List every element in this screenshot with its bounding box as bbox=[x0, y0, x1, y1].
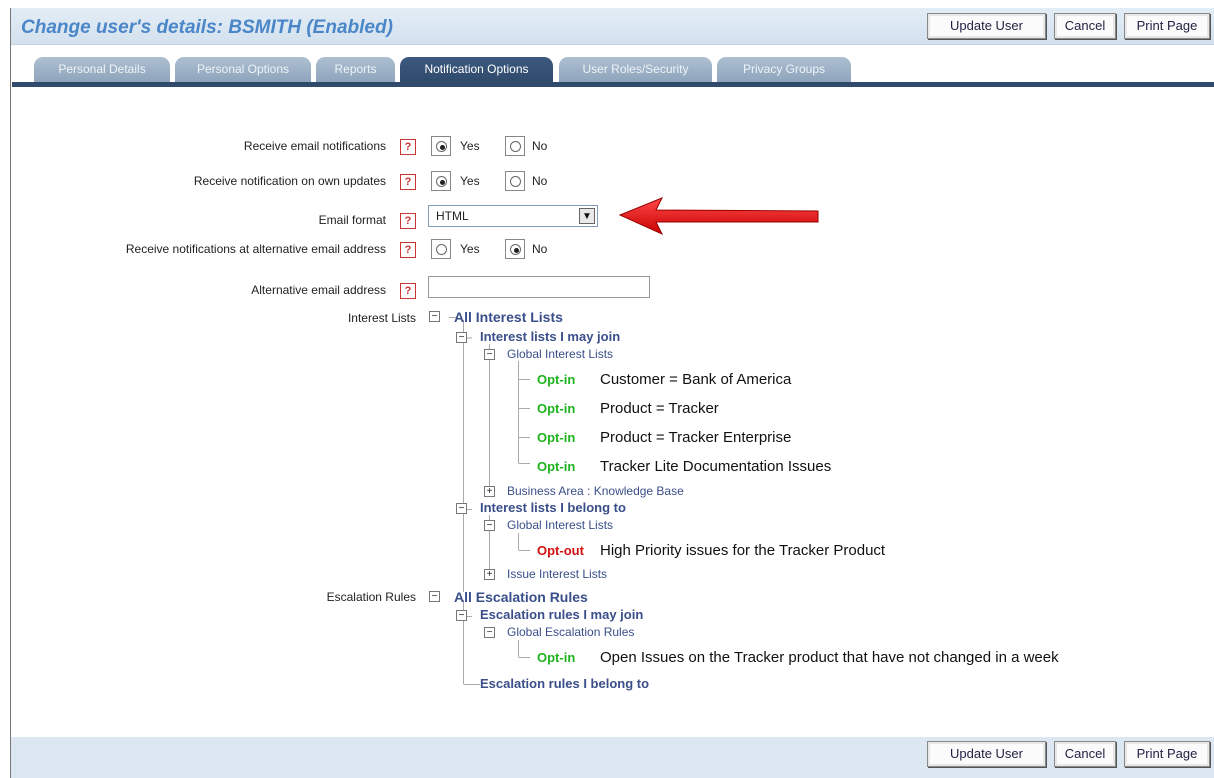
update-user-button[interactable]: Update User bbox=[927, 741, 1046, 767]
own-updates-label: Receive notification on own updates bbox=[193, 174, 386, 188]
email-format-value: HTML bbox=[436, 209, 469, 223]
own-updates-yes-radio[interactable] bbox=[431, 171, 451, 191]
radio-icon bbox=[436, 176, 447, 187]
radio-yes-label: Yes bbox=[460, 139, 480, 153]
radio-yes-label: Yes bbox=[460, 174, 480, 188]
alt-email-label: Alternative email address bbox=[251, 283, 386, 297]
tab-privacy-groups[interactable]: Privacy Groups bbox=[717, 57, 851, 82]
escalation-rules-label: Escalation Rules bbox=[326, 590, 416, 604]
radio-no-label: No bbox=[532, 242, 548, 256]
tree-node-global-interest-lists[interactable]: Global Interest Lists bbox=[507, 518, 613, 532]
cancel-button[interactable]: Cancel bbox=[1054, 741, 1116, 767]
opt-out-badge[interactable]: Opt-out bbox=[537, 543, 584, 558]
help-icon[interactable]: ? bbox=[400, 213, 416, 229]
interest-lists-label: Interest Lists bbox=[347, 311, 416, 325]
red-arrow-icon bbox=[618, 197, 819, 236]
radio-icon bbox=[510, 176, 521, 187]
opt-in-badge[interactable]: Opt-in bbox=[537, 372, 575, 387]
collapse-icon[interactable]: − bbox=[456, 503, 467, 514]
tree-node-business-area[interactable]: Business Area : Knowledge Base bbox=[507, 484, 684, 498]
radio-icon bbox=[510, 141, 521, 152]
collapse-icon[interactable]: − bbox=[429, 311, 440, 322]
tab-underline bbox=[12, 82, 1214, 87]
opt-in-badge[interactable]: Opt-in bbox=[537, 430, 575, 445]
expand-icon[interactable]: + bbox=[484, 486, 495, 497]
help-icon[interactable]: ? bbox=[400, 283, 416, 299]
interest-list-item: High Priority issues for the Tracker Pro… bbox=[600, 542, 886, 559]
receive-email-no-radio[interactable] bbox=[505, 136, 525, 156]
tree-node-global-escalation-rules[interactable]: Global Escalation Rules bbox=[507, 625, 634, 639]
tab-notification-options[interactable]: Notification Options bbox=[400, 57, 553, 82]
help-icon[interactable]: ? bbox=[400, 242, 416, 258]
email-format-label: Email format bbox=[318, 213, 386, 227]
tab-personal-options[interactable]: Personal Options bbox=[175, 57, 311, 82]
opt-in-badge[interactable]: Opt-in bbox=[537, 650, 575, 665]
collapse-icon[interactable]: − bbox=[429, 591, 440, 602]
radio-icon bbox=[436, 244, 447, 255]
print-page-button[interactable]: Print Page bbox=[1124, 741, 1210, 767]
radio-yes-label: Yes bbox=[460, 242, 480, 256]
collapse-icon[interactable]: − bbox=[484, 627, 495, 638]
alt-notifications-yes-radio[interactable] bbox=[431, 239, 451, 259]
expand-icon[interactable]: + bbox=[484, 569, 495, 580]
tree-node-all-interest-lists[interactable]: All Interest Lists bbox=[454, 309, 563, 325]
interest-list-item: Product = Tracker Enterprise bbox=[600, 429, 792, 446]
tree-node-global-interest-lists[interactable]: Global Interest Lists bbox=[507, 347, 613, 361]
opt-in-badge[interactable]: Opt-in bbox=[537, 459, 575, 474]
alt-notifications-no-radio[interactable] bbox=[505, 239, 525, 259]
window-frame bbox=[10, 8, 11, 778]
tab-user-roles-security[interactable]: User Roles/Security bbox=[559, 57, 712, 82]
tree-node-escalation-belong-to[interactable]: Escalation rules I belong to bbox=[480, 676, 649, 691]
collapse-icon[interactable]: − bbox=[456, 610, 467, 621]
tree-node-escalation-may-join[interactable]: Escalation rules I may join bbox=[480, 607, 643, 622]
interest-list-item: Tracker Lite Documentation Issues bbox=[600, 458, 832, 475]
radio-icon bbox=[436, 141, 447, 152]
collapse-icon[interactable]: − bbox=[456, 332, 467, 343]
collapse-icon[interactable]: − bbox=[484, 349, 495, 360]
cancel-button[interactable]: Cancel bbox=[1054, 13, 1116, 39]
own-updates-no-radio[interactable] bbox=[505, 171, 525, 191]
alt-email-input[interactable] bbox=[428, 276, 650, 298]
radio-selected-dot bbox=[440, 180, 445, 185]
print-page-button[interactable]: Print Page bbox=[1124, 13, 1210, 39]
escalation-rule-item: Open Issues on the Tracker product that … bbox=[600, 649, 1059, 666]
receive-email-yes-radio[interactable] bbox=[431, 136, 451, 156]
chevron-down-icon[interactable]: ▼ bbox=[579, 208, 595, 224]
tree-node-all-escalation-rules[interactable]: All Escalation Rules bbox=[454, 589, 588, 605]
interest-list-item: Customer = Bank of America bbox=[600, 371, 792, 388]
tab-personal-details[interactable]: Personal Details bbox=[34, 57, 170, 82]
collapse-icon[interactable]: − bbox=[484, 520, 495, 531]
interest-list-item: Product = Tracker bbox=[600, 400, 719, 417]
help-icon[interactable]: ? bbox=[400, 174, 416, 190]
tree-node-interest-belong-to[interactable]: Interest lists I belong to bbox=[480, 500, 626, 515]
page-title: Change user's details: BSMITH (Enabled) bbox=[21, 17, 393, 38]
radio-no-label: No bbox=[532, 174, 548, 188]
radio-icon bbox=[510, 244, 521, 255]
update-user-button[interactable]: Update User bbox=[927, 13, 1046, 39]
receive-email-label: Receive email notifications bbox=[243, 139, 386, 153]
email-format-select[interactable]: HTML ▼ bbox=[428, 205, 598, 227]
alt-notifications-label: Receive notifications at alternative ema… bbox=[125, 242, 386, 256]
tree-node-interest-may-join[interactable]: Interest lists I may join bbox=[480, 329, 620, 344]
opt-in-badge[interactable]: Opt-in bbox=[537, 401, 575, 416]
tree-node-issue-interest-lists[interactable]: Issue Interest Lists bbox=[507, 567, 607, 581]
tab-reports[interactable]: Reports bbox=[316, 57, 395, 82]
radio-no-label: No bbox=[532, 139, 548, 153]
radio-selected-dot bbox=[440, 145, 445, 150]
help-icon[interactable]: ? bbox=[400, 139, 416, 155]
radio-selected-dot bbox=[514, 248, 519, 253]
